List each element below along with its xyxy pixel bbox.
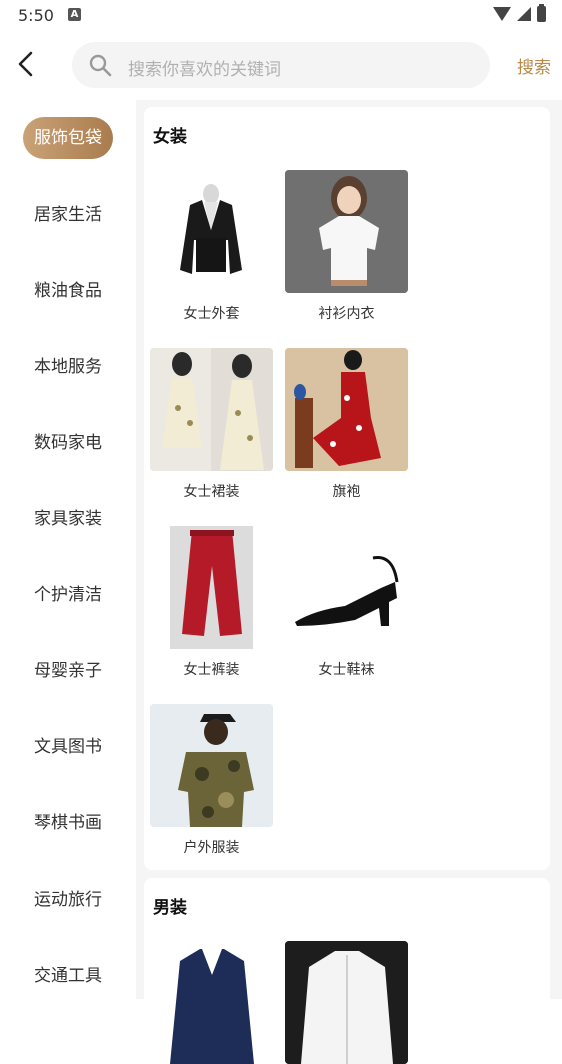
section-title: 男装 [153,898,187,918]
product-image [285,941,408,1064]
product-label: 衬衫内衣 [318,306,375,322]
product-label: 女士鞋袜 [318,662,375,678]
product-label: 女士裙装 [183,484,240,500]
category-content: 女装 女士外套 衬衫内衣 女士裙装 旗袍 女士裤装 女士鞋袜 户外服装 男装 [136,100,562,1064]
sidebar-item-mother-baby[interactable]: 母婴亲子 [0,651,136,691]
sidebar-item-digital-appliances[interactable]: 数码家电 [0,423,136,463]
product-tile[interactable]: 女士裙装 [150,348,274,508]
search-button[interactable]: 搜索 [517,53,551,78]
product-tile[interactable] [285,941,409,1064]
section-card-women: 女装 女士外套 衬衫内衣 女士裙装 旗袍 女士裤装 女士鞋袜 户外服装 [144,107,550,870]
product-label: 女士外套 [183,306,240,322]
product-label: 女士裤装 [183,662,240,678]
product-image [150,704,273,827]
product-image [285,526,408,649]
section-card-men: 男装 [144,878,550,1064]
product-image [150,941,273,1064]
product-tile[interactable]: 女士裤装 [150,526,274,686]
sidebar-item-transport[interactable]: 交通工具 [0,956,136,996]
product-tile[interactable]: 女士外套 [150,170,274,330]
sidebar-item-furniture[interactable]: 家具家装 [0,499,136,539]
product-tile[interactable]: 衬衫内衣 [285,170,409,330]
product-label: 户外服装 [183,840,240,856]
product-image [150,526,273,649]
product-image [150,348,273,471]
product-image [285,170,408,293]
sidebar-item-grain-food[interactable]: 粮油食品 [0,271,136,311]
status-bar: 5:50 A [0,0,562,32]
back-arrow-icon[interactable] [14,51,40,77]
search-input[interactable]: 搜索你喜欢的关键词 [72,42,490,88]
sidebar-item-stationery-books[interactable]: 文具图书 [0,727,136,767]
search-icon [89,54,112,77]
system-icons [493,4,546,22]
battery-icon [537,4,546,22]
sidebar-item-apparel-bags[interactable]: 服饰包袋 [23,117,113,159]
sidebar-item-personal-care[interactable]: 个护清洁 [0,575,136,615]
section-title: 女装 [153,127,187,147]
signal-icon [517,7,531,21]
status-time: 5:50 [18,6,54,25]
notification-icon: A [68,8,81,21]
category-sidebar: 服饰包袋 居家生活 粮油食品 本地服务 数码家电 家具家装 个护清洁 母婴亲子 … [0,100,136,999]
product-image [285,348,408,471]
sidebar-item-sports-travel[interactable]: 运动旅行 [0,880,136,920]
product-image [150,170,273,293]
sidebar-item-home-living[interactable]: 居家生活 [0,195,136,235]
product-label: 旗袍 [332,484,361,500]
product-tile[interactable] [150,941,274,1064]
top-bar: 搜索你喜欢的关键词 搜索 [0,40,562,90]
product-tile[interactable]: 旗袍 [285,348,409,508]
search-placeholder: 搜索你喜欢的关键词 [128,60,281,80]
product-tile[interactable]: 女士鞋袜 [285,526,409,686]
sidebar-item-arts[interactable]: 琴棋书画 [0,803,136,843]
sidebar-item-local-services[interactable]: 本地服务 [0,347,136,387]
wifi-icon [493,7,511,21]
product-tile[interactable]: 户外服装 [150,704,274,864]
